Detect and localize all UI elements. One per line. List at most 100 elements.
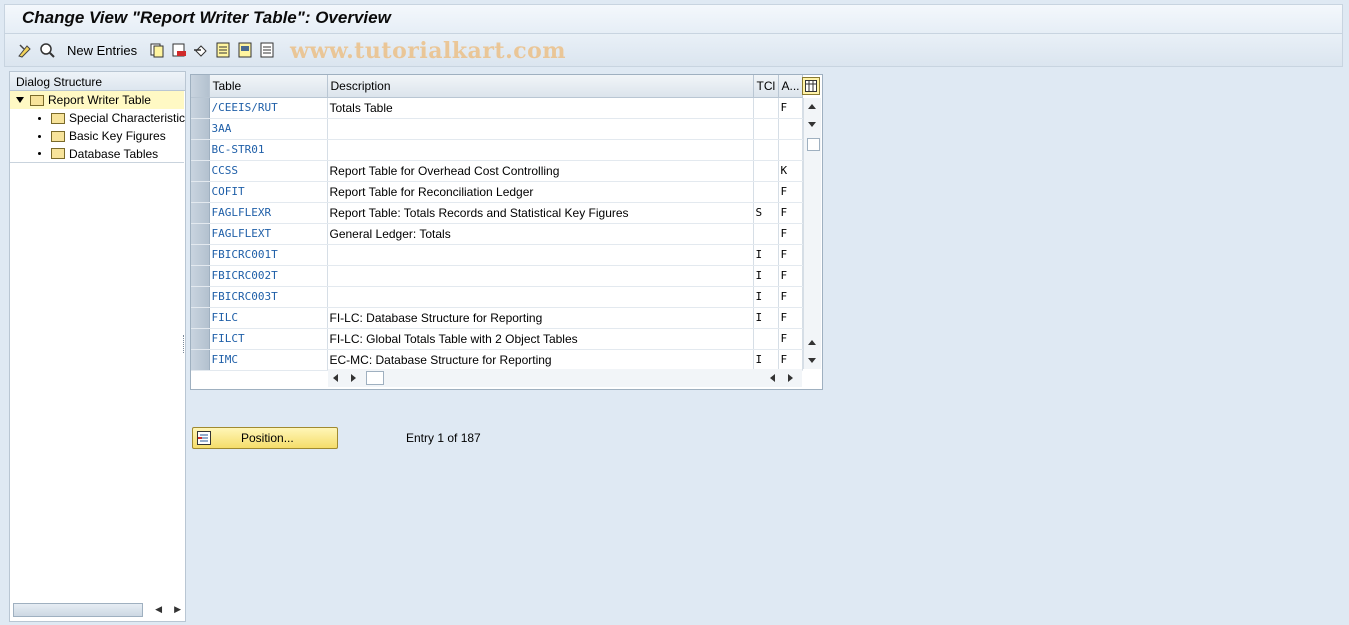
panel-splitter[interactable] xyxy=(183,335,186,353)
tree-scroll-arrows[interactable]: ◀ ▶ xyxy=(155,605,181,615)
table-settings-icon[interactable] xyxy=(802,77,820,95)
cell-tcl[interactable] xyxy=(753,223,779,245)
scroll-up-icon[interactable] xyxy=(808,104,816,109)
tree-horizontal-scrollbar[interactable] xyxy=(13,603,143,617)
scroll-end-left-icon[interactable] xyxy=(770,374,775,382)
tree-item-database-tables[interactable]: Database Tables xyxy=(10,145,184,163)
copy-as-icon[interactable] xyxy=(149,42,165,58)
cell-table[interactable]: FBICRC001T xyxy=(209,244,328,266)
cell-a[interactable]: F xyxy=(778,328,803,350)
scroll-left-icon[interactable]: ◀ xyxy=(155,605,162,615)
tree-item-report-writer-table[interactable]: Report Writer Table xyxy=(10,91,184,109)
delete-icon[interactable] xyxy=(171,42,187,58)
cell-table[interactable]: FIMC xyxy=(209,349,328,371)
cell-a[interactable]: F xyxy=(778,307,803,329)
table-row[interactable]: FBICRC001T I F xyxy=(191,244,803,266)
cell-tcl[interactable]: S xyxy=(753,202,779,224)
cell-table[interactable]: FBICRC003T xyxy=(209,286,328,308)
cell-table[interactable]: 3AA xyxy=(209,118,328,140)
vertical-scroll-thumb[interactable] xyxy=(807,138,820,151)
cell-tcl[interactable]: I xyxy=(753,307,779,329)
select-all-rows-cell[interactable] xyxy=(191,75,210,98)
row-selector[interactable] xyxy=(191,286,210,308)
horizontal-scroll-thumb[interactable] xyxy=(366,371,384,385)
cell-a[interactable]: F xyxy=(778,223,803,245)
cell-a[interactable] xyxy=(778,118,803,140)
cell-a[interactable]: K xyxy=(778,160,803,182)
cell-table[interactable]: /CEEIS/RUT xyxy=(209,97,328,119)
undo-change-icon[interactable] xyxy=(193,42,209,58)
cell-description[interactable]: Totals Table xyxy=(327,97,754,119)
cell-a[interactable]: F xyxy=(778,244,803,266)
cell-table[interactable]: FAGLFLEXT xyxy=(209,223,328,245)
cell-table[interactable]: FAGLFLEXR xyxy=(209,202,328,224)
cell-table[interactable]: FILCT xyxy=(209,328,328,350)
cell-table[interactable]: FILC xyxy=(209,307,328,329)
cell-a[interactable]: F xyxy=(778,349,803,371)
new-entries-button[interactable]: New Entries xyxy=(67,43,137,58)
deselect-all-icon[interactable] xyxy=(259,42,275,58)
table-row[interactable]: COFIT Report Table for Reconciliation Led… xyxy=(191,181,803,203)
row-selector[interactable] xyxy=(191,349,210,371)
cell-description[interactable]: FI-LC: Database Structure for Reporting xyxy=(327,307,754,329)
column-header-description[interactable]: Description xyxy=(327,75,754,98)
cell-tcl[interactable]: I xyxy=(753,349,779,371)
table-row[interactable]: BC-STR01 xyxy=(191,139,803,161)
table-row[interactable]: FIMC EC-MC: Database Structure for Report… xyxy=(191,349,803,371)
cell-tcl[interactable] xyxy=(753,160,779,182)
select-block-icon[interactable] xyxy=(237,42,253,58)
scroll-right-icon[interactable] xyxy=(351,374,356,382)
row-selector[interactable] xyxy=(191,223,210,245)
cell-tcl[interactable]: I xyxy=(753,265,779,287)
row-selector[interactable] xyxy=(191,265,210,287)
select-all-icon[interactable] xyxy=(215,42,231,58)
column-header-table[interactable]: Table xyxy=(209,75,328,98)
scroll-left-icon[interactable] xyxy=(333,374,338,382)
table-row[interactable]: FILC FI-LC: Database Structure for Report… xyxy=(191,307,803,329)
cell-description[interactable]: General Ledger: Totals xyxy=(327,223,754,245)
table-horizontal-scrollbar[interactable] xyxy=(328,369,802,387)
row-selector[interactable] xyxy=(191,160,210,182)
row-selector[interactable] xyxy=(191,181,210,203)
scroll-page-down-icon[interactable] xyxy=(808,358,816,363)
table-row[interactable]: FAGLFLEXT General Ledger: Totals F xyxy=(191,223,803,245)
table-row[interactable]: FILCT FI-LC: Global Totals Table with 2 O… xyxy=(191,328,803,350)
cell-tcl[interactable] xyxy=(753,118,779,140)
expand-arrow-icon[interactable] xyxy=(16,97,24,103)
table-row[interactable]: /CEEIS/RUT Totals Table F xyxy=(191,97,803,119)
row-selector[interactable] xyxy=(191,118,210,140)
table-row[interactable]: 3AA xyxy=(191,118,803,140)
display-icon[interactable] xyxy=(39,42,55,58)
cell-description[interactable] xyxy=(327,244,754,266)
table-vertical-scrollbar[interactable] xyxy=(803,98,821,369)
position-button[interactable]: Position... xyxy=(192,427,338,449)
table-row[interactable]: CCSS Report Table for Overhead Cost Contr… xyxy=(191,160,803,182)
cell-table[interactable]: COFIT xyxy=(209,181,328,203)
tree-item-special-characteristic[interactable]: Special Characteristic xyxy=(10,109,185,127)
cell-description[interactable]: FI-LC: Global Totals Table with 2 Object… xyxy=(327,328,754,350)
cell-table[interactable]: BC-STR01 xyxy=(209,139,328,161)
cell-a[interactable] xyxy=(778,139,803,161)
row-selector[interactable] xyxy=(191,244,210,266)
cell-tcl[interactable]: I xyxy=(753,244,779,266)
row-selector[interactable] xyxy=(191,307,210,329)
cell-a[interactable]: F xyxy=(778,181,803,203)
cell-description[interactable]: EC-MC: Database Structure for Reporting xyxy=(327,349,754,371)
row-selector[interactable] xyxy=(191,328,210,350)
cell-description[interactable] xyxy=(327,286,754,308)
table-row[interactable]: FBICRC003T I F xyxy=(191,286,803,308)
row-selector[interactable] xyxy=(191,139,210,161)
cell-tcl[interactable]: I xyxy=(753,286,779,308)
cell-description[interactable] xyxy=(327,265,754,287)
table-row[interactable]: FBICRC002T I F xyxy=(191,265,803,287)
cell-table[interactable]: CCSS xyxy=(209,160,328,182)
display-change-icon[interactable] xyxy=(17,42,33,58)
tree-item-basic-key-figures[interactable]: Basic Key Figures xyxy=(10,127,185,145)
cell-tcl[interactable] xyxy=(753,139,779,161)
cell-description[interactable]: Report Table for Reconciliation Ledger xyxy=(327,181,754,203)
cell-a[interactable]: F xyxy=(778,265,803,287)
row-selector[interactable] xyxy=(191,202,210,224)
cell-tcl[interactable] xyxy=(753,328,779,350)
cell-a[interactable]: F xyxy=(778,202,803,224)
row-selector[interactable] xyxy=(191,97,210,119)
